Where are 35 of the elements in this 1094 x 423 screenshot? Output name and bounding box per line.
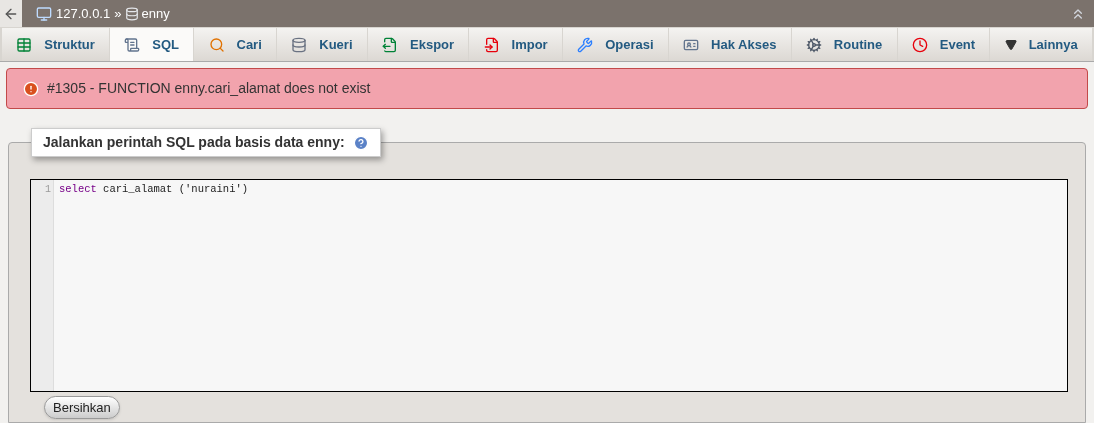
sql-editor[interactable]: 1 select cari_alamat ('nuraini') bbox=[30, 179, 1068, 392]
tab[interactable]: Event bbox=[897, 28, 990, 61]
tab[interactable]: Operasi bbox=[562, 28, 668, 61]
back-button[interactable] bbox=[0, 0, 22, 27]
database-link[interactable]: enny bbox=[141, 3, 170, 24]
tab[interactable]: Cari bbox=[194, 28, 277, 61]
server-icon bbox=[36, 5, 52, 22]
clock-icon bbox=[911, 36, 928, 53]
tab[interactable]: Lainnya bbox=[990, 28, 1092, 61]
legend-text: Jalankan perintah SQL pada basis data enny: bbox=[43, 133, 345, 152]
tab[interactable]: Hak Akses bbox=[668, 28, 791, 61]
table-icon bbox=[16, 36, 33, 53]
code-line: select cari_alamat ('nuraini') bbox=[59, 183, 249, 196]
error-icon bbox=[23, 80, 39, 97]
tab[interactable]: Struktur bbox=[2, 28, 110, 61]
error-message: #1305 - FUNCTION enny.cari_alamat does not exist bbox=[6, 68, 1088, 109]
tab[interactable]: Impor bbox=[469, 28, 562, 61]
gear-icon bbox=[805, 36, 822, 53]
wrench-icon bbox=[577, 36, 594, 53]
database-icon bbox=[291, 36, 308, 53]
file-export-icon bbox=[382, 36, 398, 53]
tab[interactable]: Kueri bbox=[277, 28, 367, 61]
tab[interactable]: Ekspor bbox=[367, 28, 469, 61]
database-icon bbox=[125, 6, 140, 21]
file-import-icon bbox=[483, 36, 500, 53]
server-link[interactable]: 127.0.0.1 bbox=[56, 3, 111, 24]
tab[interactable]: SQL bbox=[110, 28, 194, 61]
caret-icon bbox=[1004, 38, 1017, 51]
tab[interactable]: Routine bbox=[791, 28, 897, 61]
breadcrumb-separator: » bbox=[114, 4, 122, 23]
help-icon[interactable] bbox=[352, 134, 369, 151]
search-icon bbox=[208, 36, 225, 53]
line-number: 1 bbox=[45, 183, 51, 196]
clear-button[interactable]: Bersihkan bbox=[44, 396, 120, 420]
scroll-icon bbox=[124, 36, 141, 53]
